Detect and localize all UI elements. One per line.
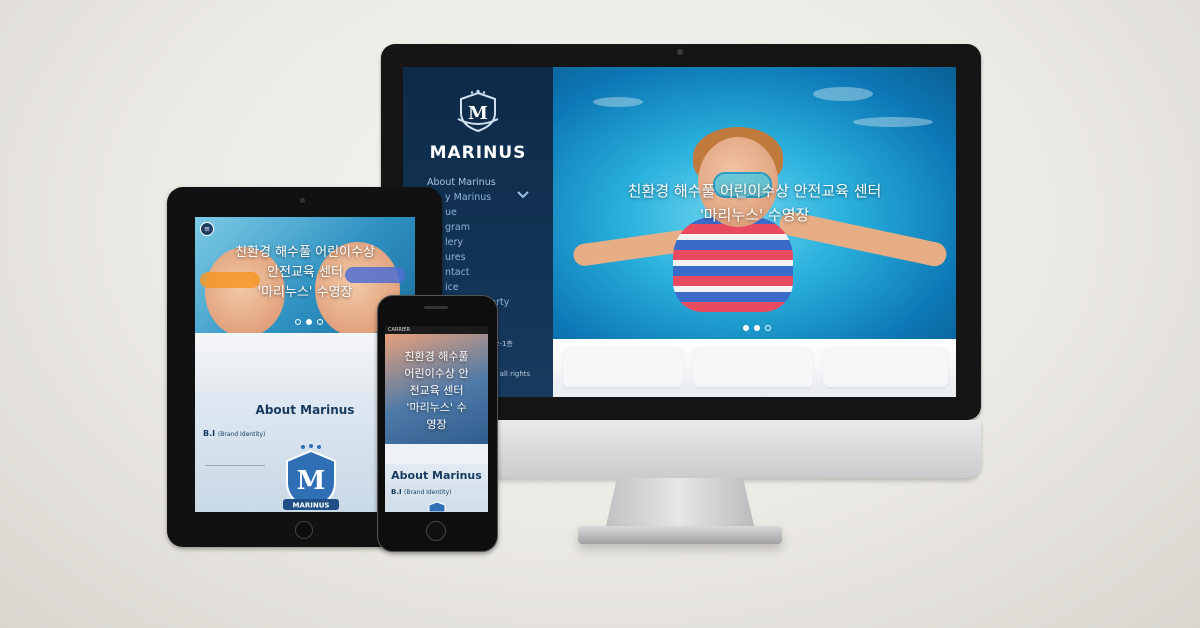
slider-dot[interactable] [295, 319, 301, 325]
hero-caption-line: 안전교육 센터 [267, 265, 343, 280]
nav-item-venue[interactable]: ue [427, 205, 547, 220]
imac-stand [605, 478, 755, 530]
slider-dot[interactable] [743, 325, 749, 331]
hero-caption-line: 친환경 해수풀 어린이수상 안전교육 센터 [627, 182, 882, 200]
tablet-home-button [295, 521, 313, 539]
nav-item-gallery[interactable]: lery [427, 235, 547, 250]
hero-caption-line: 영장 [426, 418, 447, 431]
bi-heading: B.I (Brand Identity) [203, 429, 265, 438]
preview-card [693, 347, 813, 387]
hero-caption: 친환경 해수풀 어린이수상 안전교육 센터 '마리누스' 수영장 [553, 179, 956, 227]
marinus-emblem-icon [428, 501, 446, 512]
svg-text:M: M [468, 103, 488, 124]
marinus-emblem-icon: M MARINUS [283, 444, 339, 511]
nav-item-program[interactable]: gram [427, 220, 547, 235]
chevron-down-icon[interactable] [517, 189, 531, 199]
hero-caption-line: '마리누스' 수영장 [699, 206, 810, 224]
tablet-camera [300, 198, 305, 203]
phone-home-button [426, 521, 446, 541]
hero-caption-line: 친환경 해수풀 어린이수상 [235, 245, 375, 260]
sidebar-copyright: S all rights [493, 370, 531, 378]
water-ripple [853, 117, 933, 127]
brand-name: MARINUS [429, 143, 527, 163]
hero-caption-line: 어린이수상 안 [404, 367, 469, 380]
divider [205, 465, 265, 466]
slider-dot[interactable] [317, 319, 323, 325]
nav-item-contact[interactable]: ntact [427, 265, 547, 280]
slider-dots [295, 319, 323, 325]
phone-hero-slide: 친환경 해수풀 어린이수상 안 전교육 센터 '마리누스' 수 영장 [385, 334, 488, 444]
swimmer-body [673, 217, 793, 312]
hero-caption-line: 전교육 센터 [409, 384, 464, 397]
slider-dot[interactable] [306, 319, 312, 325]
hero-caption-line: 친환경 해수풀 [404, 350, 469, 363]
phone-speaker [424, 306, 448, 309]
desktop-section-preview [553, 339, 956, 397]
slider-dot[interactable] [765, 325, 771, 331]
nav-item-notice[interactable]: ice [427, 280, 547, 295]
slider-dot[interactable] [754, 325, 760, 331]
phone-hero-caption: 친환경 해수풀 어린이수상 안 전교육 센터 '마리누스' 수 영장 [387, 348, 486, 433]
imac-camera [677, 49, 683, 55]
slider-dots [743, 325, 771, 331]
emblem-brand-text: MARINUS [293, 502, 330, 510]
imac-foot [578, 526, 782, 544]
tablet-hero-caption: 친환경 해수풀 어린이수상 안전교육 센터 '마리누스' 수영장 [195, 243, 415, 303]
phone-screen: CARRIER 친환경 해수풀 어린이수상 안 전교육 센터 '마리누스' 수 … [385, 326, 488, 512]
bi-label: B.I [203, 429, 216, 438]
preview-card [563, 347, 683, 387]
svg-text:M: M [297, 466, 326, 496]
phone-status-bar: CARRIER [385, 326, 488, 334]
phone-about-section: About Marinus B.I (Brand Identity) [385, 464, 488, 512]
marinus-logo-icon[interactable]: M [455, 89, 501, 133]
menu-icon[interactable]: ≡ [200, 222, 214, 236]
bi-heading: B.I (Brand Identity) [391, 488, 452, 496]
phone-section-preview [385, 444, 488, 464]
bi-sub: (Brand Identity) [217, 431, 266, 438]
desktop-hero-slide: 친환경 해수풀 어린이수상 안전교육 센터 '마리누스' 수영장 [553, 67, 956, 339]
water-ripple [813, 87, 873, 101]
nav-item-about[interactable]: About Marinus [427, 175, 547, 190]
water-ripple [593, 97, 643, 107]
about-title: About Marinus [391, 469, 482, 482]
bi-sub: (Brand Identity) [404, 489, 452, 496]
hero-caption-line: '마리누스' 수 [406, 401, 467, 414]
bi-label: B.I [391, 488, 402, 496]
nav-item-features[interactable]: ures [427, 250, 547, 265]
preview-card [823, 347, 948, 387]
